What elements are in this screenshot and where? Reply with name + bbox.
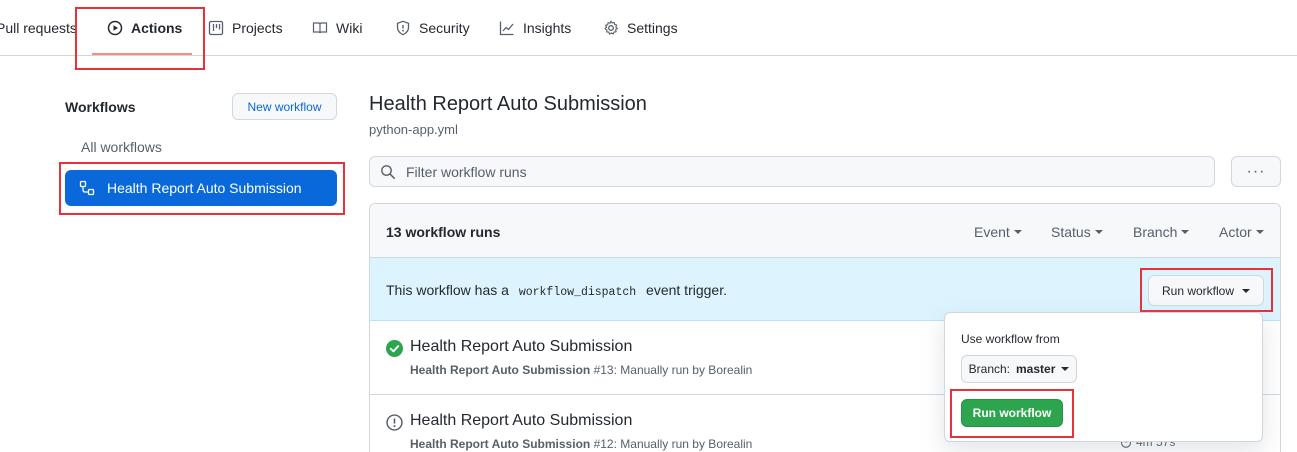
workflow-title: Health Report Auto Submission (369, 93, 647, 115)
sidebar-title: Workflows (65, 99, 136, 115)
filter-runs[interactable] (369, 156, 1215, 187)
gear-icon (604, 20, 618, 35)
filter-actor-label: Actor (1219, 224, 1252, 240)
runs-header: 13 workflow runs Event Status Branch Act… (370, 204, 1280, 258)
nav-wiki-label: Wiki (336, 20, 363, 36)
active-tab-underline (92, 53, 192, 55)
filter-status-label: Status (1051, 224, 1091, 240)
run-workflow-name: Health Report Auto Submission (410, 363, 591, 377)
caret-down-icon (1061, 367, 1070, 371)
workflow-file-link[interactable]: python-app.yml (369, 122, 458, 137)
runs-count: 13 workflow runs (386, 224, 501, 240)
nav-projects-label: Projects (232, 20, 283, 36)
nav-settings[interactable]: Settings (603, 0, 678, 56)
run-detail: #13: Manually run by Borealin (593, 363, 753, 377)
workflow-icon (79, 180, 95, 196)
repo-nav: Pull requests Actions Projects Wiki Secu… (0, 0, 1297, 56)
filter-branch-label: Branch (1133, 224, 1178, 240)
use-workflow-from-label: Use workflow from (961, 332, 1060, 346)
book-icon (312, 22, 328, 34)
run-subtitle: Health Report Auto Submission #13: Manua… (410, 363, 752, 377)
nav-settings-label: Settings (627, 20, 678, 36)
nav-actions[interactable]: Actions (107, 0, 182, 56)
more-options-button[interactable]: ··· (1231, 156, 1281, 187)
filter-runs-input[interactable] (406, 163, 1186, 180)
new-workflow-button[interactable]: New workflow (232, 93, 337, 120)
sidebar-item-health-report-label: Health Report Auto Submission (107, 180, 302, 196)
dispatch-code: workflow_dispatch (518, 286, 637, 299)
run-detail: #12: Manually run by Borealin (593, 437, 753, 451)
run-subtitle: Health Report Auto Submission #12: Manua… (410, 437, 752, 451)
nav-security[interactable]: Security (395, 0, 470, 56)
filter-event-dropdown[interactable]: Event (974, 224, 1022, 240)
shield-icon (396, 20, 410, 36)
caret-down-icon (1181, 230, 1190, 234)
filter-event-label: Event (974, 224, 1010, 240)
run-title[interactable]: Health Report Auto Submission (410, 338, 632, 356)
nav-pull-requests[interactable]: Pull requests (0, 0, 77, 56)
dispatch-suffix: event trigger. (646, 282, 727, 298)
sidebar-item-health-report[interactable]: Health Report Auto Submission (65, 170, 337, 206)
branch-prefix: Branch: (968, 362, 1010, 376)
run-title[interactable]: Health Report Auto Submission (410, 412, 632, 430)
nav-insights-label: Insights (523, 20, 572, 36)
play-icon (107, 20, 123, 36)
nav-actions-label: Actions (131, 20, 183, 36)
dispatch-text: This workflow has a workflow_dispatch ev… (386, 282, 727, 299)
filter-actor-dropdown[interactable]: Actor (1219, 224, 1264, 240)
check-circle-icon (386, 340, 403, 357)
branch-value: master (1016, 362, 1056, 376)
run-workflow-submit-button[interactable]: Run workflow (961, 399, 1063, 427)
filter-status-dropdown[interactable]: Status (1051, 224, 1103, 240)
nav-wiki[interactable]: Wiki (312, 0, 362, 56)
nav-pull-requests-label: Pull requests (0, 20, 77, 36)
run-workflow-name: Health Report Auto Submission (410, 437, 591, 451)
dispatch-prefix: This workflow has a (386, 282, 509, 298)
run-workflow-dropdown-label: Run workflow (1161, 283, 1235, 298)
caret-down-icon (1013, 230, 1022, 234)
graph-icon (499, 21, 514, 36)
sidebar-item-all-workflows[interactable]: All workflows (81, 139, 162, 155)
run-workflow-popover: Use workflow from Branch: master Run wor… (944, 312, 1263, 442)
caret-down-icon (1242, 288, 1251, 293)
search-icon (381, 164, 395, 179)
nav-insights[interactable]: Insights (499, 0, 571, 56)
nav-security-label: Security (419, 20, 470, 36)
nav-projects[interactable]: Projects (208, 0, 283, 56)
project-icon (208, 20, 224, 36)
alert-circle-icon (386, 414, 403, 431)
branch-select-button[interactable]: Branch: master (961, 355, 1077, 383)
run-workflow-dropdown-button[interactable]: Run workflow (1148, 275, 1264, 306)
caret-down-icon (1094, 230, 1103, 234)
caret-down-icon (1255, 230, 1264, 234)
filter-branch-dropdown[interactable]: Branch (1133, 224, 1190, 240)
